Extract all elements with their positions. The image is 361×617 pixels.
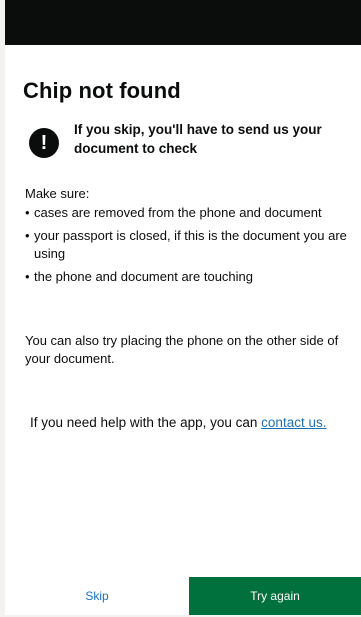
app-frame: Chip not found ! If you skip, you'll hav… [0, 0, 361, 617]
contact-us-link[interactable]: contact us. [261, 415, 326, 430]
footer-actions: Skip Try again [5, 577, 361, 615]
warning-text: If you skip, you'll have to send us your… [74, 122, 322, 156]
skip-button[interactable]: Skip [5, 577, 189, 615]
list-item: cases are removed from the phone and doc… [25, 204, 351, 222]
help-text: If you need help with the app, you can c… [30, 413, 346, 433]
list-item: the phone and document are touching [25, 268, 351, 286]
help-prefix: If you need help with the app, you can [30, 415, 262, 430]
page-title: Chip not found [23, 78, 181, 103]
try-again-button[interactable]: Try again [189, 577, 361, 615]
make-sure-intro: Make sure: [25, 186, 90, 201]
other-side-tip: You can also try placing the phone on th… [25, 333, 339, 366]
list-item: your passport is closed, if this is the … [25, 227, 351, 263]
warning-callout: ! If you skip, you'll have to send us yo… [29, 120, 349, 164]
chip-not-found-screen: Chip not found ! If you skip, you'll hav… [5, 45, 361, 615]
status-bar [5, 0, 361, 45]
instructions-list: cases are removed from the phone and doc… [25, 204, 351, 291]
exclamation-icon: ! [29, 128, 59, 158]
